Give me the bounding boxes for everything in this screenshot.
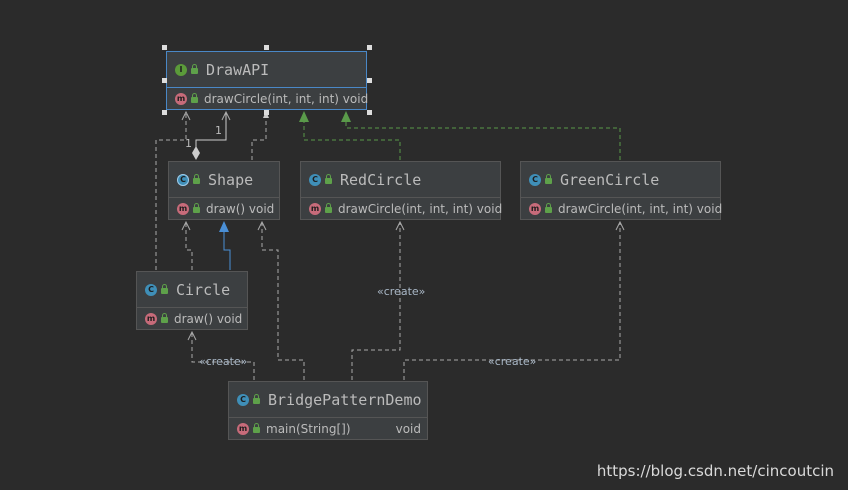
public-lock-icon [545, 203, 552, 213]
public-lock-icon [253, 423, 260, 433]
watermark: https://blog.csdn.net/cincoutcin [596, 462, 834, 480]
demo-shape-dependency [262, 222, 305, 380]
interface-icon: I [175, 63, 187, 76]
node-bridgepatterndemo[interactable]: C BridgePatternDemo m main(String[]) voi… [228, 381, 428, 440]
node-title: DrawAPI [206, 60, 270, 79]
public-lock-icon [325, 203, 332, 213]
main-class-icon: C [237, 393, 249, 406]
method-signature: draw() void [206, 201, 275, 216]
node-redcircle[interactable]: C RedCircle m drawCircle(int, int, int) … [300, 161, 503, 220]
class-icon: C [309, 173, 321, 186]
aggregation-diamond [192, 146, 200, 160]
method-row[interactable]: m draw() void [169, 198, 279, 219]
selection-handle[interactable] [264, 110, 269, 115]
method-signature: drawCircle(int, int, int) void [204, 91, 369, 106]
node-title: Circle [176, 280, 231, 299]
method-row[interactable]: m drawCircle(int, int, int) void [167, 88, 369, 109]
node-shape[interactable]: C Shape m draw() void [168, 161, 280, 220]
implements-arrowhead-red [299, 111, 309, 122]
node-greencircle[interactable]: C GreenCircle m drawCircle(int, int, int… [520, 161, 723, 220]
method-signature: draw() void [174, 311, 243, 326]
class-icon: C [145, 283, 157, 296]
create-label-greencircle: «create» [488, 355, 537, 368]
node-title: GreenCircle [560, 170, 660, 189]
method-signature: drawCircle(int, int, int) void [558, 201, 723, 216]
abstract-class-icon: C [177, 173, 189, 186]
selection-handle[interactable] [264, 45, 269, 50]
create-label-circle: «create» [199, 355, 248, 368]
multiplicity-label: 1 [185, 137, 192, 150]
method-icon: m [309, 202, 321, 215]
create-redcircle-edge [351, 222, 400, 380]
class-icon: C [529, 173, 541, 186]
node-title: BridgePatternDemo [268, 390, 422, 409]
method-icon: m [175, 92, 187, 105]
node-title: RedCircle [340, 170, 422, 189]
public-lock-icon [191, 64, 198, 74]
method-row[interactable]: m drawCircle(int, int, int) void [521, 198, 723, 219]
public-lock-icon [191, 93, 198, 103]
method-row[interactable]: m drawCircle(int, int, int) void [301, 198, 503, 219]
method-return-type: void [395, 421, 421, 436]
node-circle[interactable]: C Circle m draw() void [136, 271, 248, 330]
node-drawapi[interactable]: I DrawAPI m drawCircle(int, int, int) vo… [166, 51, 369, 110]
method-signature: main(String[]) [266, 421, 351, 436]
selection-handle[interactable] [162, 78, 167, 83]
node-title: Shape [208, 170, 254, 189]
method-icon: m [177, 202, 189, 215]
multiplicity-label: 1 [215, 124, 222, 137]
public-lock-icon [161, 284, 168, 294]
public-lock-icon [193, 203, 200, 213]
method-row[interactable]: m draw() void [137, 308, 247, 329]
public-lock-icon [161, 313, 168, 323]
method-icon: m [237, 422, 249, 435]
selection-handle[interactable] [162, 110, 167, 115]
method-row[interactable]: m main(String[]) void [229, 418, 427, 439]
method-icon: m [529, 202, 541, 215]
method-icon: m [145, 312, 157, 325]
public-lock-icon [545, 174, 552, 184]
create-label-redcircle: «create» [377, 285, 426, 298]
public-lock-icon [325, 174, 332, 184]
implements-arrowhead-green [341, 111, 351, 122]
method-signature: drawCircle(int, int, int) void [338, 201, 503, 216]
public-lock-icon [253, 394, 260, 404]
selection-handle[interactable] [367, 45, 372, 50]
implements-greencircle-edge [345, 122, 621, 160]
selection-handle[interactable] [162, 45, 167, 50]
shape-drawapi-dependency [251, 118, 267, 160]
extends-edge [223, 232, 231, 270]
selection-handle[interactable] [367, 110, 372, 115]
extends-arrowhead [219, 221, 229, 232]
public-lock-icon [193, 174, 200, 184]
circle-shape-dependency [186, 222, 193, 270]
selection-handle[interactable] [367, 78, 372, 83]
